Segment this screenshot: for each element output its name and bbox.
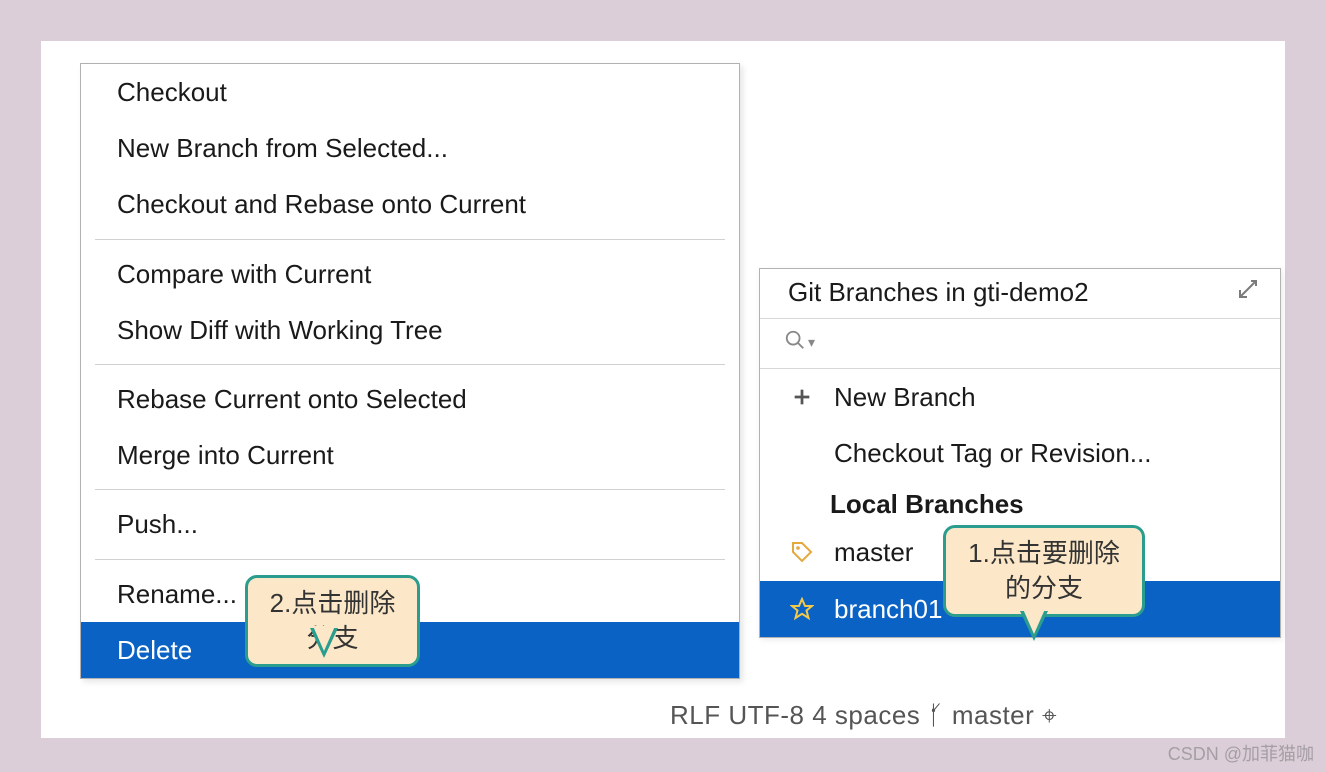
annotation-callout-1: 1.点击要删除的分支 bbox=[943, 525, 1145, 617]
star-icon bbox=[788, 597, 816, 621]
watermark: CSDN @加菲猫咖 bbox=[1168, 740, 1314, 766]
menu-separator bbox=[95, 364, 725, 365]
menu-item-show-diff-working-tree[interactable]: Show Diff with Working Tree bbox=[81, 302, 739, 358]
status-bar: RLF UTF-8 4 spaces ᚶ master ⌖ bbox=[670, 700, 1057, 732]
menu-item-new-branch-from-selected[interactable]: New Branch from Selected... bbox=[81, 120, 739, 176]
annotation-tail-fill bbox=[1023, 609, 1045, 634]
new-branch-label: New Branch bbox=[834, 375, 976, 419]
branch-name: master bbox=[834, 530, 913, 574]
chevron-down-icon: ▾ bbox=[808, 334, 815, 351]
popup-title-bar: Git Branches in gti-demo2 bbox=[760, 269, 1280, 319]
menu-separator bbox=[95, 239, 725, 240]
local-branches-section-label: Local Branches bbox=[760, 481, 1280, 524]
tag-icon bbox=[788, 540, 816, 564]
search-icon bbox=[784, 327, 806, 358]
annotation-tail-fill bbox=[313, 626, 335, 651]
menu-item-rebase-current-onto-selected[interactable]: Rebase Current onto Selected bbox=[81, 371, 739, 427]
menu-separator bbox=[95, 489, 725, 490]
popup-search-row[interactable]: ▾ bbox=[760, 319, 1280, 369]
annotation-text: 1.点击要删除的分支 bbox=[968, 538, 1120, 603]
pin-icon[interactable] bbox=[1236, 277, 1260, 308]
menu-item-push[interactable]: Push... bbox=[81, 496, 739, 552]
menu-item-checkout-rebase[interactable]: Checkout and Rebase onto Current bbox=[81, 176, 739, 232]
search-input[interactable] bbox=[817, 328, 1260, 358]
popup-item-checkout-tag[interactable]: Checkout Tag or Revision... bbox=[760, 425, 1280, 481]
popup-item-new-branch[interactable]: New Branch bbox=[760, 369, 1280, 425]
checkout-tag-label: Checkout Tag or Revision... bbox=[834, 431, 1151, 475]
plus-icon bbox=[788, 386, 816, 408]
branch-name: branch01 bbox=[834, 587, 942, 631]
popup-title: Git Branches in gti-demo2 bbox=[788, 277, 1089, 308]
menu-separator bbox=[95, 559, 725, 560]
menu-item-merge-into-current[interactable]: Merge into Current bbox=[81, 427, 739, 483]
menu-item-checkout[interactable]: Checkout bbox=[81, 64, 739, 120]
menu-item-compare-with-current[interactable]: Compare with Current bbox=[81, 246, 739, 302]
